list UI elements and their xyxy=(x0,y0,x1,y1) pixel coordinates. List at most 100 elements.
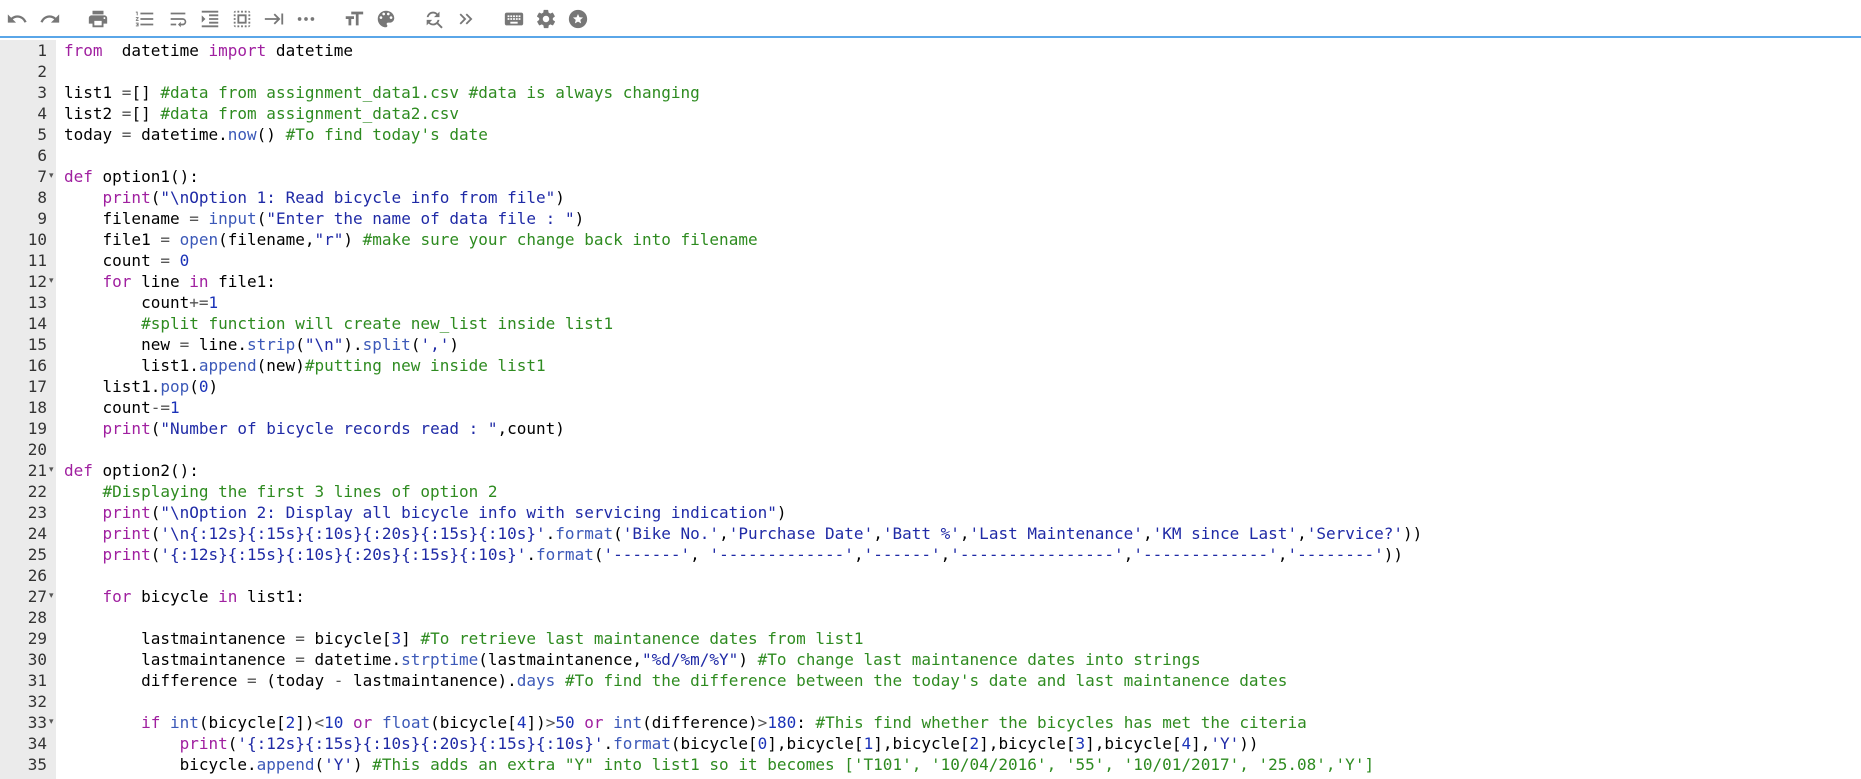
code-token: . xyxy=(603,734,614,753)
code-text: today = datetime.now() #To find today's … xyxy=(64,124,488,145)
code-line[interactable]: 28 xyxy=(0,607,1861,628)
code-line[interactable]: 22 #Displaying the first 3 lines of opti… xyxy=(0,481,1861,502)
code-token: += xyxy=(189,293,209,312)
code-line[interactable]: 21 ▾ def option2(): xyxy=(0,460,1861,481)
code-line[interactable]: 1 from datetime import datetime xyxy=(0,40,1861,61)
select-all-button[interactable] xyxy=(229,6,255,32)
code-token: . xyxy=(526,545,537,564)
fold-toggle-icon[interactable]: ▾ xyxy=(49,586,54,607)
code-token: #This find whether the bicycles has met … xyxy=(815,713,1307,732)
fold-toggle-icon[interactable]: ▾ xyxy=(49,166,54,187)
code-line[interactable]: 35 bicycle.append('Y') #This adds an ext… xyxy=(0,754,1861,775)
code-token: lastmaintanence xyxy=(64,629,296,648)
print-button[interactable] xyxy=(85,6,111,32)
code-line[interactable]: 7 ▾ def option1(): xyxy=(0,166,1861,187)
code-line[interactable]: 23 print("\nOption 2: Display all bicycl… xyxy=(0,502,1861,523)
code-line[interactable]: 8 print("\nOption 1: Read bicycle info f… xyxy=(0,187,1861,208)
line-number: 9 xyxy=(37,209,47,228)
code-line[interactable]: 10 file1 = open(filename,"r") #make sure… xyxy=(0,229,1861,250)
wrap-button[interactable] xyxy=(165,6,191,32)
code-line[interactable]: 16 list1.append(new)#putting new inside … xyxy=(0,355,1861,376)
code-line[interactable]: 18 count-=1 xyxy=(0,397,1861,418)
code-token: #To find today's date xyxy=(285,125,488,144)
code-line[interactable]: 12 ▾ for line in file1: xyxy=(0,271,1861,292)
code-token: )) xyxy=(1403,524,1423,543)
fold-toggle-icon[interactable]: ▾ xyxy=(49,271,54,292)
code-token: option1(): xyxy=(92,167,199,186)
tab-button[interactable] xyxy=(261,6,287,32)
code-token: option2(): xyxy=(92,461,199,480)
code-token: ). xyxy=(343,335,363,354)
code-line[interactable]: 13 count+=1 xyxy=(0,292,1861,313)
code-area[interactable]: 1 from datetime import datetime 2 3 list1 =[… xyxy=(0,40,1861,775)
favorite-button[interactable] xyxy=(565,6,591,32)
code-line[interactable]: 29 lastmaintanence = bicycle[3] #To retr… xyxy=(0,628,1861,649)
code-token: - xyxy=(333,671,344,690)
font-size-button[interactable] xyxy=(341,6,367,32)
line-numbers-button[interactable] xyxy=(132,6,158,32)
line-number: 8 xyxy=(37,188,47,207)
code-token: '-------' xyxy=(603,545,691,564)
code-token: "\nOption 2: Display all bicycle info wi… xyxy=(160,503,777,522)
code-line[interactable]: 14 #split function will create new_list … xyxy=(0,313,1861,334)
code-line[interactable]: 33 ▾ if int(bicycle[2])<10 or float(bicyc… xyxy=(0,712,1861,733)
code-line[interactable]: 2 xyxy=(0,61,1861,82)
code-token: = xyxy=(121,125,132,144)
code-line[interactable]: 11 count = 0 xyxy=(0,250,1861,271)
code-line[interactable]: 9 filename = input("Enter the name of da… xyxy=(0,208,1861,229)
code-text: count-=1 xyxy=(64,397,180,418)
code-token: 10 xyxy=(324,713,344,732)
indent-button[interactable] xyxy=(197,6,223,32)
code-line[interactable]: 26 xyxy=(0,565,1861,586)
code-token: 'Y' xyxy=(324,755,353,774)
expand-button[interactable] xyxy=(453,6,479,32)
code-token: ( xyxy=(189,377,199,396)
code-token: "%d/%m/%Y" xyxy=(641,650,739,669)
code-line[interactable]: 24 print('\n{:12s}{:15s}{:10s}{:20s}{:15… xyxy=(0,523,1861,544)
undo-button[interactable] xyxy=(4,6,30,32)
fold-toggle-icon[interactable]: ▾ xyxy=(49,460,54,481)
code-line[interactable]: 31 difference = (today - lastmaintanence… xyxy=(0,670,1861,691)
code-line[interactable]: 3 list1 =[] #data from assignment_data1.c… xyxy=(0,82,1861,103)
code-line[interactable]: 19 print("Number of bicycle records read… xyxy=(0,418,1861,439)
code-line[interactable]: 15 new = line.strip("\n").split(',') xyxy=(0,334,1861,355)
code-token: , xyxy=(1123,545,1134,564)
code-token: append xyxy=(256,755,315,774)
code-line[interactable]: 6 xyxy=(0,145,1861,166)
code-text: print('\n{:12s}{:15s}{:10s}{:20s}{:15s}{… xyxy=(64,523,1423,544)
code-token: days xyxy=(516,671,556,690)
code-line[interactable]: 32 xyxy=(0,691,1861,712)
code-text: #Displaying the first 3 lines of option … xyxy=(64,481,498,502)
star-icon xyxy=(568,9,588,29)
code-token: = xyxy=(121,104,132,123)
code-token: > xyxy=(545,713,556,732)
search-replace-button[interactable] xyxy=(421,6,447,32)
code-token: 4 xyxy=(1181,734,1192,753)
code-line[interactable]: 34 print('{:12s}{:15s}{:10s}{:20s}{:15s}… xyxy=(0,733,1861,754)
code-line[interactable]: 17 list1.pop(0) xyxy=(0,376,1861,397)
code-line[interactable]: 5 today = datetime.now() #To find today's… xyxy=(0,124,1861,145)
more-button[interactable] xyxy=(293,6,319,32)
code-token: line. xyxy=(189,335,248,354)
code-token: ( xyxy=(150,188,161,207)
code-text: from datetime import datetime xyxy=(64,40,353,61)
keyboard-button[interactable] xyxy=(501,6,527,32)
code-line[interactable]: 20 xyxy=(0,439,1861,460)
line-number: 21 xyxy=(27,461,47,480)
code-line[interactable]: 25 print('{:12s}{:15s}{:10s}{:20s}{:15s}… xyxy=(0,544,1861,565)
code-token: today xyxy=(64,125,122,144)
settings-button[interactable] xyxy=(533,6,559,32)
code-line[interactable]: 4 list2 =[] #data from assignment_data2.c… xyxy=(0,103,1861,124)
theme-button[interactable] xyxy=(373,6,399,32)
code-token: '\n{:12s}{:15s}{:10s}{:20s}{:15s}{:10s}' xyxy=(160,524,546,543)
code-token: bicycle. xyxy=(64,755,257,774)
fold-toggle-icon[interactable]: ▾ xyxy=(49,712,54,733)
code-line[interactable]: 27 ▾ for bicycle in list1: xyxy=(0,586,1861,607)
code-line[interactable]: 30 lastmaintanence = datetime.strptime(l… xyxy=(0,649,1861,670)
redo-button[interactable] xyxy=(37,6,63,32)
line-number: 15 xyxy=(27,335,47,354)
code-token: = xyxy=(295,650,305,669)
code-editor[interactable]: 1 from datetime import datetime 2 3 list1 =[… xyxy=(0,40,1861,779)
